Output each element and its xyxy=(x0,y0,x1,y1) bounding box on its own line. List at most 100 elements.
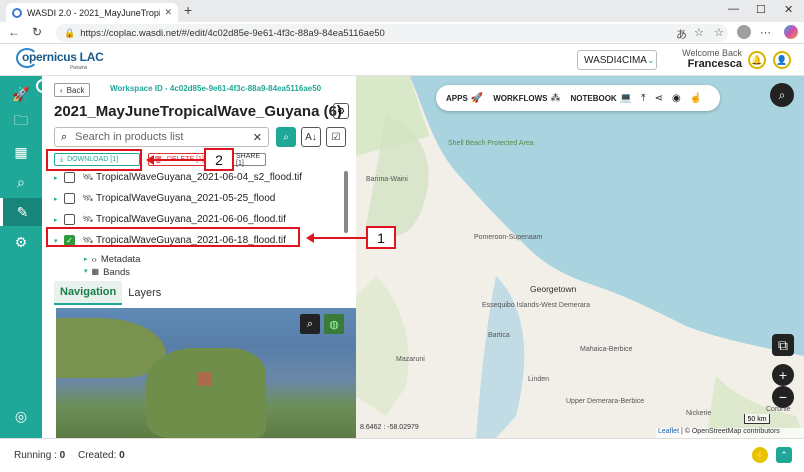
notifications-bell-icon[interactable]: 🔔 xyxy=(748,51,766,69)
annotation-box-file xyxy=(46,227,300,247)
copilot-icon[interactable] xyxy=(784,25,798,39)
welcome-block: Welcome Back Francesca xyxy=(664,48,742,70)
close-tab-icon[interactable]: ✕ xyxy=(164,7,172,18)
upload-icon[interactable]: ⤒ xyxy=(641,93,645,104)
product-checkbox[interactable] xyxy=(64,214,75,225)
product-checkbox[interactable] xyxy=(64,172,75,183)
annotation-arrowhead-2 xyxy=(146,155,154,165)
globe-map-icon[interactable]: ◍ xyxy=(324,314,344,334)
favorites-icon[interactable]: ☆ xyxy=(714,26,724,39)
map-label: Shell Beach Protected Area xyxy=(448,140,534,147)
workspace-select[interactable]: WASDI4CIMA ⌄ xyxy=(577,50,657,70)
rocket-icon[interactable]: 🚀 xyxy=(471,93,483,104)
tab-navigation[interactable]: Navigation xyxy=(54,281,123,305)
gear-icon[interactable]: ⚙ xyxy=(0,228,42,256)
back-button[interactable]: ‹ Back xyxy=(54,83,91,97)
browser-tab[interactable]: WASDI 2.0 - 2021_MayJuneTropic ✕ xyxy=(6,3,178,22)
zoom-out-button[interactable]: − xyxy=(772,386,794,408)
close-window-icon[interactable]: ✕ xyxy=(784,3,793,16)
list-item[interactable]: ▸ 🛰 TropicalWaveGuyana_2021-05-25_flood xyxy=(54,188,338,209)
collapse-caret-icon[interactable]: ▾ xyxy=(84,267,88,275)
product-name: TropicalWaveGuyana_2021-05-25_flood xyxy=(96,193,276,204)
notebook-button[interactable]: NOTEBOOK xyxy=(570,94,616,103)
sort-az-icon[interactable]: A↓ xyxy=(301,127,321,147)
more-menu-icon[interactable]: ⋯ xyxy=(760,26,771,39)
workflow-icon[interactable]: ⁂ xyxy=(550,93,560,104)
metadata-label: Metadata xyxy=(100,253,141,265)
user-name: Francesca xyxy=(687,58,742,70)
user-profile-icon[interactable]: 👤 xyxy=(773,51,791,69)
created-count: Created: 0 xyxy=(78,450,125,461)
map-attribution: Leaflet | © OpenStreetMap contributors xyxy=(656,428,804,438)
chevron-up-icon[interactable]: ⌃ xyxy=(776,447,792,463)
reload-icon[interactable]: ↻ xyxy=(32,25,42,39)
browser-profile-avatar[interactable] xyxy=(737,25,751,39)
map-label: Barima-Waini xyxy=(366,176,408,183)
select-all-icon[interactable]: ☑ xyxy=(326,127,346,147)
workflows-button[interactable]: WORKFLOWS xyxy=(493,94,547,103)
expand-caret-icon[interactable]: ▸ xyxy=(54,195,64,203)
logo-subtitle: Panamá xyxy=(70,65,87,71)
search-icon[interactable]: ⌕ xyxy=(0,168,42,196)
search-button[interactable]: ⌕ xyxy=(276,127,296,147)
map-label: Pomeroon-Supenaam xyxy=(474,234,543,241)
folder-icon[interactable]: 🗀 xyxy=(0,108,42,136)
map-land-shape xyxy=(356,76,804,438)
browser-tab-bar: WASDI 2.0 - 2021_MayJuneTropic ✕ + — ☐ ✕ xyxy=(0,0,804,22)
copernicus-logo[interactable]: opernicus LAC Panamá xyxy=(16,48,104,71)
welcome-text: Welcome Back xyxy=(682,48,742,58)
products-search-input[interactable] xyxy=(75,131,253,143)
share-button[interactable]: SHARE [1] xyxy=(230,153,266,167)
laptop-icon[interactable]: 💻 xyxy=(620,93,632,104)
zoom-in-button[interactable]: + xyxy=(772,364,794,386)
expand-caret-icon[interactable]: ▸ xyxy=(54,216,64,224)
lightning-icon[interactable]: ⚡ xyxy=(752,447,768,463)
product-name: TropicalWaveGuyana_2021-06-06_flood.tif xyxy=(96,214,286,225)
workspace-info-icon[interactable]: ⚙ xyxy=(333,103,349,119)
products-scrollbar[interactable] xyxy=(344,171,348,233)
share-icon[interactable]: ⋖ xyxy=(655,93,663,104)
edit-pencil-icon[interactable]: ✎ xyxy=(0,198,42,226)
globe-icon[interactable]: ◉ xyxy=(672,93,681,104)
address-bar: ← ↻ 🔒 https://coplac.wasdi.net/#/edit/4c… xyxy=(0,22,804,44)
map-label: Mahaica-Berbice xyxy=(580,346,633,353)
product-name: TropicalWaveGuyana_2021-06-04_s2_flood.t… xyxy=(96,172,303,183)
favorite-star-icon[interactable]: ☆ xyxy=(694,26,704,39)
wasdi-favicon-icon xyxy=(12,7,22,18)
map-label: Mazaruni xyxy=(396,356,425,363)
map-label: Nickerie xyxy=(686,410,712,417)
map-scale: 50 km xyxy=(744,414,770,424)
running-value: 0 xyxy=(59,450,66,461)
expand-caret-icon[interactable]: ▸ xyxy=(54,174,64,182)
zoom-search-icon[interactable]: ⌕ xyxy=(300,314,320,334)
leaflet-link[interactable]: Leaflet xyxy=(658,428,679,435)
annotation-callout-1: 1 xyxy=(366,226,396,249)
read-aloud-icon[interactable]: あ xyxy=(676,26,687,42)
maximize-icon[interactable]: ☐ xyxy=(756,3,766,16)
lock-icon: 🔒 xyxy=(64,27,76,38)
minimap-land xyxy=(146,348,266,438)
panel-tabs: Navigation Layers xyxy=(54,281,356,305)
url-field[interactable]: 🔒 https://coplac.wasdi.net/#/edit/4c02d8… xyxy=(56,24,728,42)
apps-button[interactable]: APPS xyxy=(446,94,468,103)
product-checkbox[interactable] xyxy=(64,193,75,204)
annotation-arrow-1 xyxy=(314,237,366,239)
main-map[interactable]: Shell Beach Protected Area Barima-Waini … xyxy=(356,76,804,438)
attribution-text: | © OpenStreetMap contributors xyxy=(680,428,780,435)
annotation-callout-2: 2 xyxy=(204,148,234,171)
map-search-icon[interactable]: ⌕ xyxy=(770,83,794,107)
pointer-icon[interactable]: ☝ xyxy=(690,93,702,104)
created-label: Created: xyxy=(78,450,117,461)
metadata-node[interactable]: ▸ ‹› Metadata xyxy=(54,251,338,267)
minimize-icon[interactable]: — xyxy=(728,3,739,15)
products-search: ⌕ ✕ xyxy=(54,127,269,147)
copy-icon[interactable]: ⧉ xyxy=(772,334,794,356)
bands-node[interactable]: ▾ ▦ Bands xyxy=(54,267,338,275)
new-tab-icon[interactable]: + xyxy=(184,2,192,18)
help-lifebuoy-icon[interactable]: ◎ xyxy=(0,402,42,430)
tab-layers[interactable]: Layers xyxy=(122,281,167,305)
back-arrow-icon[interactable]: ← xyxy=(8,25,20,39)
clear-search-icon[interactable]: ✕ xyxy=(253,131,262,144)
expand-caret-icon[interactable]: ▸ xyxy=(84,255,88,263)
calendar-icon[interactable]: ▦ xyxy=(0,138,42,166)
